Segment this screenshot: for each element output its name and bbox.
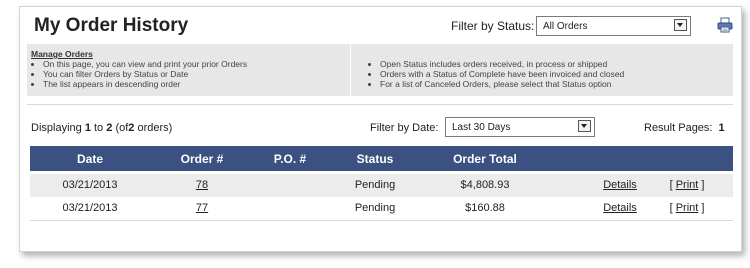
table-row: 03/21/2013 77 Pending $160.88 Details [ …: [30, 197, 733, 220]
status-filter-select[interactable]: All Orders: [536, 16, 691, 36]
column-header-date: Date: [76, 152, 103, 166]
print-cell: [ Print ]: [669, 202, 705, 214]
column-header-order-total: Order Total: [453, 152, 517, 166]
info-left-column: Manage Orders On this page, you can view…: [31, 49, 247, 89]
info-item: Orders with a Status of Complete have be…: [380, 69, 624, 79]
status-cell: Pending: [354, 179, 396, 191]
date-filter-select[interactable]: Last 30 Days: [445, 117, 595, 137]
result-pages: Result Pages: 1: [644, 122, 725, 134]
info-item: On this page, you can view and print you…: [43, 59, 247, 69]
chevron-down-icon[interactable]: [674, 19, 687, 31]
displaying-count: Displaying 1 to 2 (of2 orders): [31, 122, 173, 134]
order-link[interactable]: 77: [196, 202, 208, 214]
table-row: 03/21/2013 78 Pending $4,808.93 Details …: [30, 174, 733, 197]
table-bottom-line: [30, 220, 733, 221]
manage-orders-heading: Manage Orders: [31, 49, 93, 59]
total-cell: $160.88: [465, 202, 505, 214]
print-link[interactable]: Print: [676, 202, 699, 214]
order-cell: 78: [162, 179, 242, 191]
info-item: For a list of Canceled Orders, please se…: [380, 79, 624, 89]
column-header-status: Status: [356, 152, 394, 166]
info-right-column: Open Status includes orders received, in…: [368, 59, 624, 89]
details-cell: Details: [595, 179, 645, 191]
date-filter-value: Last 30 Days: [452, 122, 511, 133]
table-header: Date Order # P.O. # Status Order Total: [30, 146, 733, 171]
status-filter-value: All Orders: [543, 21, 588, 32]
printer-icon[interactable]: [717, 17, 733, 33]
print-cell: [ Print ]: [669, 179, 705, 191]
details-link[interactable]: Details: [603, 179, 637, 191]
divider: [27, 104, 733, 105]
order-cell: 77: [162, 202, 242, 214]
info-item: The list appears in descending order: [43, 79, 247, 89]
status-cell: Pending: [354, 202, 396, 214]
page-title: My Order History: [34, 15, 189, 36]
order-history-panel: My Order History Filter by Status: All O…: [19, 6, 742, 252]
details-cell: Details: [595, 202, 645, 214]
filter-status-label: Filter by Status:: [451, 19, 535, 33]
page-number[interactable]: 1: [718, 122, 724, 134]
column-header-order: Order #: [180, 152, 224, 166]
chevron-down-icon[interactable]: [578, 120, 591, 132]
order-link[interactable]: 78: [196, 179, 208, 191]
date-cell: 03/21/2013: [62, 202, 118, 214]
date-cell: 03/21/2013: [62, 179, 118, 191]
details-link[interactable]: Details: [603, 202, 637, 214]
info-item: Open Status includes orders received, in…: [380, 59, 624, 69]
info-divider: [350, 44, 351, 96]
column-header-po: P.O. #: [273, 152, 307, 166]
print-link[interactable]: Print: [676, 179, 699, 191]
filter-date-label: Filter by Date:: [370, 122, 439, 134]
total-cell: $4,808.93: [460, 179, 510, 191]
info-item: You can filter Orders by Status or Date: [43, 69, 247, 79]
